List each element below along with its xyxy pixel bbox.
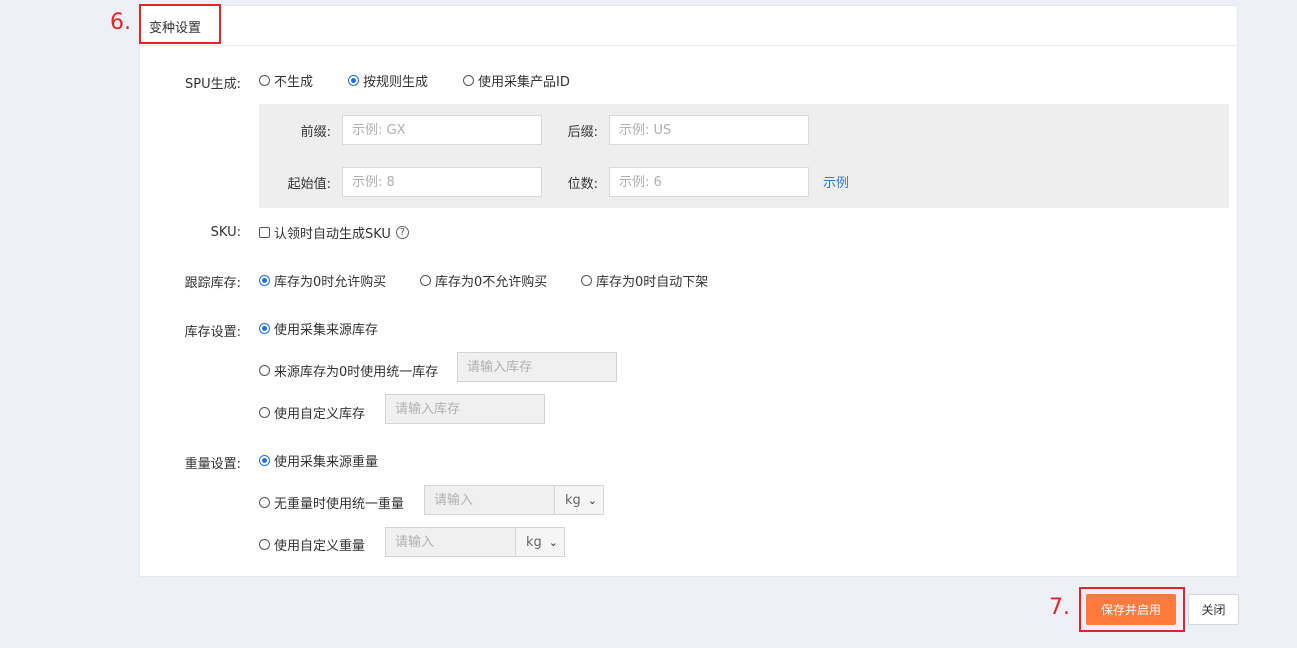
- stock-option-custom[interactable]: 使用自定义库存: [259, 403, 365, 422]
- spu-label: SPU生成:: [185, 77, 241, 92]
- track-stock-option-auto-delist[interactable]: 库存为0时自动下架: [581, 271, 708, 290]
- spu-option-rule[interactable]: 按规则生成: [348, 71, 428, 90]
- radio-icon[interactable]: [463, 75, 474, 86]
- radio-icon[interactable]: [581, 275, 592, 286]
- track-stock-option-allow[interactable]: 库存为0时允许购买: [259, 271, 386, 290]
- example-link[interactable]: 示例: [823, 172, 849, 191]
- stock-option-collected[interactable]: 使用采集来源库存: [259, 319, 378, 338]
- custom-weight-unit-select[interactable]: kg ⌄: [515, 527, 565, 557]
- sku-auto-generate-checkbox[interactable]: 认领时自动生成SKU ?: [259, 223, 409, 242]
- radio-icon[interactable]: [259, 365, 270, 376]
- spu-option-collected-id-label: 使用采集产品ID: [478, 75, 570, 90]
- unit-value: kg: [526, 534, 542, 550]
- radio-icon[interactable]: [259, 497, 270, 508]
- save-and-enable-button[interactable]: 保存并启用: [1086, 594, 1176, 625]
- custom-weight-input[interactable]: [385, 527, 516, 557]
- question-circle-icon[interactable]: ?: [395, 226, 409, 239]
- radio-icon[interactable]: [259, 407, 270, 418]
- sku-label: SKU:: [210, 225, 241, 240]
- digits-input[interactable]: [609, 167, 809, 197]
- stock-option-unified-label: 来源库存为0时使用统一库存: [274, 365, 439, 380]
- unified-stock-input[interactable]: [457, 352, 617, 382]
- sku-auto-generate-label: 认领时自动生成SKU: [274, 227, 391, 242]
- unified-weight-input[interactable]: [424, 485, 555, 515]
- radio-icon[interactable]: [259, 75, 270, 86]
- weight-option-unified[interactable]: 无重量时使用统一重量: [259, 493, 404, 512]
- annotation-step-6: 6.: [110, 10, 131, 35]
- close-button[interactable]: 关闭: [1188, 594, 1239, 625]
- track-stock-label: 跟踪库存:: [184, 276, 241, 291]
- stock-option-custom-label: 使用自定义库存: [274, 407, 366, 422]
- spu-option-none-label: 不生成: [274, 75, 314, 90]
- weight-option-collected-label: 使用采集来源重量: [274, 455, 379, 470]
- variant-settings-panel: 变种设置: [139, 5, 1238, 577]
- checkbox-icon[interactable]: [259, 227, 270, 238]
- unit-value: kg: [565, 492, 581, 508]
- stock-option-unified[interactable]: 来源库存为0时使用统一库存: [259, 361, 438, 380]
- annotation-step-7: 7.: [1049, 595, 1070, 620]
- track-stock-option-auto-delist-label: 库存为0时自动下架: [596, 275, 709, 290]
- suffix-input[interactable]: [609, 115, 809, 145]
- weight-option-unified-label: 无重量时使用统一重量: [274, 497, 405, 512]
- start-value-label: 起始值:: [287, 177, 331, 192]
- radio-checked-icon[interactable]: [259, 455, 270, 466]
- panel-header: 变种设置: [140, 6, 1237, 46]
- chevron-down-icon: ⌄: [587, 493, 597, 507]
- track-stock-option-disallow[interactable]: 库存为0不允许购买: [420, 271, 547, 290]
- digits-label: 位数:: [567, 177, 598, 192]
- radio-icon[interactable]: [420, 275, 431, 286]
- weight-settings-label: 重量设置:: [184, 457, 241, 472]
- radio-checked-icon[interactable]: [259, 275, 270, 286]
- track-stock-option-allow-label: 库存为0时允许购买: [274, 275, 387, 290]
- chevron-down-icon: ⌄: [548, 535, 558, 549]
- spu-option-rule-label: 按规则生成: [363, 75, 429, 90]
- radio-icon[interactable]: [259, 539, 270, 550]
- prefix-label: 前缀:: [300, 125, 331, 140]
- track-stock-option-disallow-label: 库存为0不允许购买: [435, 275, 548, 290]
- stock-option-collected-label: 使用采集来源库存: [274, 323, 379, 338]
- unified-weight-unit-select[interactable]: kg ⌄: [554, 485, 604, 515]
- spu-option-collected-id[interactable]: 使用采集产品ID: [463, 71, 570, 90]
- annotation-box-step-6: [139, 4, 221, 44]
- weight-option-custom[interactable]: 使用自定义重量: [259, 535, 365, 554]
- radio-checked-icon[interactable]: [259, 323, 270, 334]
- suffix-label: 后缀:: [567, 125, 598, 140]
- weight-option-collected[interactable]: 使用采集来源重量: [259, 451, 378, 470]
- spu-option-none[interactable]: 不生成: [259, 71, 313, 90]
- stock-settings-label: 库存设置:: [184, 325, 241, 340]
- weight-option-custom-label: 使用自定义重量: [274, 539, 366, 554]
- radio-checked-icon[interactable]: [348, 75, 359, 86]
- custom-stock-input[interactable]: [385, 394, 545, 424]
